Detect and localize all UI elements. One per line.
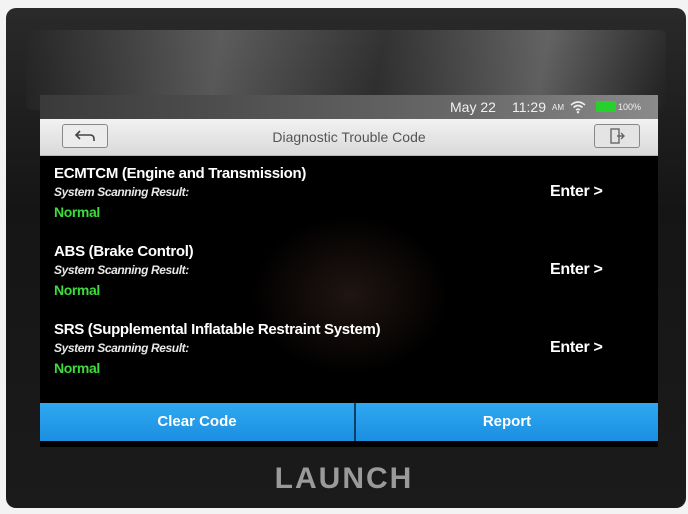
battery-percent: 100% xyxy=(618,102,642,112)
status-time: 11:29 xyxy=(512,99,546,115)
status-bar: May 22 11:29 AM 100% xyxy=(40,95,658,119)
system-status: Normal xyxy=(54,360,100,376)
enter-button[interactable]: Enter > xyxy=(550,183,603,201)
wifi-icon xyxy=(570,100,586,114)
system-item[interactable]: ABS (Brake Control) System Scanning Resu… xyxy=(40,235,658,313)
system-subtitle: System Scanning Result: xyxy=(54,341,189,355)
system-status: Normal xyxy=(54,204,100,220)
system-name: ABS (Brake Control) xyxy=(54,243,194,260)
system-subtitle: System Scanning Result: xyxy=(54,263,189,277)
exit-icon xyxy=(610,128,625,144)
status-ampm: AM xyxy=(552,103,564,112)
system-name: ECMTCM (Engine and Transmission) xyxy=(54,165,307,182)
enter-button[interactable]: Enter > xyxy=(550,339,603,357)
system-status: Normal xyxy=(54,282,100,298)
bottom-action-bar: Clear Code Report xyxy=(40,403,658,441)
system-item[interactable]: ECMTCM (Engine and Transmission) System … xyxy=(40,157,658,235)
status-date: May 22 xyxy=(450,99,496,115)
device-screen: May 22 11:29 AM 100% Diagnostic Trouble … xyxy=(40,95,658,447)
title-bar: Diagnostic Trouble Code xyxy=(40,119,658,156)
battery-icon xyxy=(596,101,616,112)
clear-code-button[interactable]: Clear Code xyxy=(40,403,354,441)
enter-button[interactable]: Enter > xyxy=(550,261,603,279)
report-button[interactable]: Report xyxy=(356,403,658,441)
page-title: Diagnostic Trouble Code xyxy=(272,129,426,145)
system-item[interactable]: SRS (Supplemental Inflatable Restraint S… xyxy=(40,313,658,391)
system-list: ECMTCM (Engine and Transmission) System … xyxy=(40,157,658,391)
system-subtitle: System Scanning Result: xyxy=(54,185,189,199)
system-name: SRS (Supplemental Inflatable Restraint S… xyxy=(54,321,381,338)
brand-logo: LAUNCH xyxy=(274,462,414,495)
exit-button[interactable] xyxy=(594,124,640,148)
